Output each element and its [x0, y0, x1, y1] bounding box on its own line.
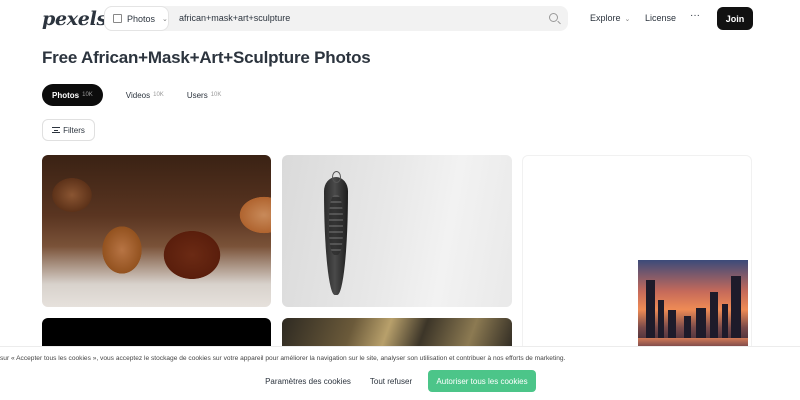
building-shape	[658, 300, 664, 338]
chevron-down-icon: ⌄	[162, 15, 168, 23]
cookie-settings-button[interactable]: Paramètres des cookies	[262, 370, 354, 392]
explore-label: Explore	[590, 13, 621, 23]
building-shape	[722, 304, 728, 338]
tab-users[interactable]: Users 10K	[177, 84, 232, 106]
building-shape	[684, 316, 691, 338]
search-input[interactable]: african+mask+art+sculpture	[179, 13, 290, 23]
result-tabs: Photos 10K Videos 10K Users 10K	[42, 84, 231, 106]
building-shape	[646, 280, 655, 338]
search-icon[interactable]	[549, 13, 558, 22]
accept-all-cookies-button[interactable]: Autoriser tous les cookies	[428, 370, 536, 392]
tab-videos[interactable]: Videos 10K	[116, 84, 174, 106]
cookie-message: sur « Accepter tous les cookies », vous …	[0, 355, 566, 362]
building-shape	[710, 292, 718, 338]
tab-count: 10K	[82, 92, 93, 98]
refuse-all-button[interactable]: Tout refuser	[364, 370, 418, 392]
search-bar[interactable]: Photos ⌄ african+mask+art+sculpture	[104, 6, 568, 31]
tab-count: 10K	[153, 92, 164, 98]
building-shape	[731, 276, 741, 338]
more-menu-icon[interactable]: ···	[690, 10, 700, 21]
building-shape	[696, 308, 706, 338]
pexels-logo[interactable]: pexels	[42, 8, 107, 30]
top-header: pexels Photos ⌄ african+mask+art+sculptu…	[0, 0, 800, 38]
filters-button[interactable]: Filters	[42, 119, 95, 141]
filter-icon	[52, 127, 61, 133]
tab-label: Users	[186, 90, 208, 100]
join-button[interactable]: Join	[717, 7, 753, 30]
license-link[interactable]: License	[645, 13, 676, 23]
explore-menu[interactable]: Explore ⌄	[590, 13, 630, 23]
photo-city-sunset[interactable]	[638, 260, 748, 350]
image-icon	[113, 14, 122, 23]
tab-count: 10K	[210, 92, 222, 98]
photo-mask-sculpture[interactable]	[282, 155, 512, 307]
photo-african-masks[interactable]	[42, 155, 271, 307]
tab-photos[interactable]: Photos 10K	[42, 84, 103, 106]
tab-label: Photos	[52, 90, 80, 100]
tab-label: Videos	[125, 90, 151, 100]
mask-sculpture-shape	[324, 171, 348, 295]
building-shape	[668, 310, 676, 338]
cookie-banner: sur « Accepter tous les cookies », vous …	[0, 346, 800, 400]
page-title: Free African+Mask+Art+Sculpture Photos	[42, 48, 371, 67]
filters-label: Filters	[63, 125, 85, 135]
search-type-dropdown[interactable]: Photos ⌄	[104, 6, 169, 31]
search-type-label: Photos	[127, 13, 156, 24]
chevron-down-icon: ⌄	[624, 16, 631, 23]
